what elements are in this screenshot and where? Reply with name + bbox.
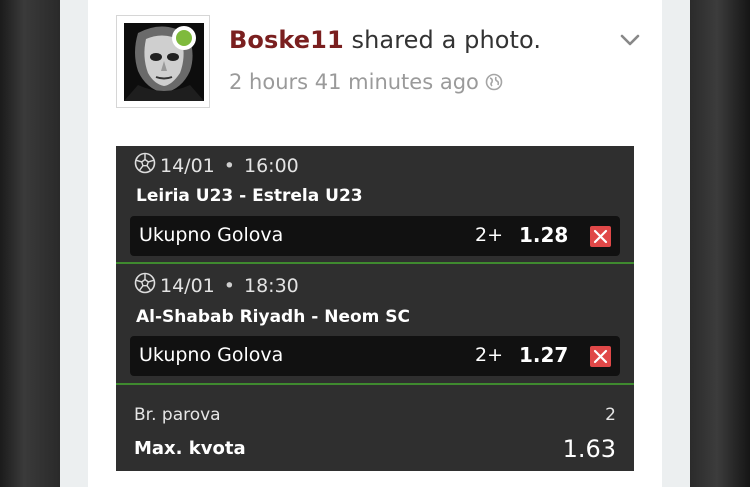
bet-pick: 2+ [475,344,504,366]
separator-dot: • [223,274,235,297]
bet-market: Ukupno Golova [139,224,284,246]
background-right [690,0,750,487]
pairs-count-value: 2 [605,405,616,425]
match-divider [116,262,634,264]
match-teams: Leiria U23 - Estrela U23 [136,186,363,206]
bet-pick: 2+ [475,224,504,246]
post-title: Boske11 shared a photo. [229,26,541,54]
page-rail-left [60,0,88,487]
match-header: 14/01 • 16:00 [134,152,299,179]
match-date: 14/01 [160,154,215,177]
remove-bet-button[interactable] [590,346,611,367]
avatar[interactable] [116,15,210,108]
bet-odd: 1.28 [519,223,569,247]
page-rail-right [662,0,690,487]
soccer-ball-icon [134,152,156,179]
bet-market: Ukupno Golova [139,344,284,366]
summary-divider [116,383,634,385]
bet-row: Ukupno Golova 2+ 1.27 [130,336,620,376]
max-odds-value: 1.63 [562,435,616,463]
max-odds-label: Max. kvota [134,438,246,459]
post-timestamp[interactable]: 2 hours 41 minutes ago [229,70,503,96]
bet-odd: 1.27 [519,343,569,367]
online-status-badge [172,26,196,50]
match-date: 14/01 [160,274,215,297]
match-teams: Al-Shabab Riyadh - Neom SC [136,307,411,327]
timestamp-text: 2 hours 41 minutes ago [229,70,479,94]
match-time: 16:00 [243,154,299,177]
bet-ticket-image[interactable]: 14/01 • 16:00 Leiria U23 - Estrela U23 Uku… [116,146,634,471]
match-header: 14/01 • 18:30 [134,272,299,299]
bet-row: Ukupno Golova 2+ 1.28 [130,216,620,256]
pairs-count-label: Br. parova [134,405,221,425]
username-link[interactable]: Boske11 [229,26,344,54]
chevron-down-icon[interactable] [620,32,640,51]
background-left [0,0,60,487]
post-action-text: shared a photo. [343,26,542,54]
remove-bet-button[interactable] [590,226,611,247]
match-time: 18:30 [243,274,299,297]
separator-dot: • [223,154,235,177]
globe-icon [485,72,503,96]
soccer-ball-icon [134,272,156,299]
